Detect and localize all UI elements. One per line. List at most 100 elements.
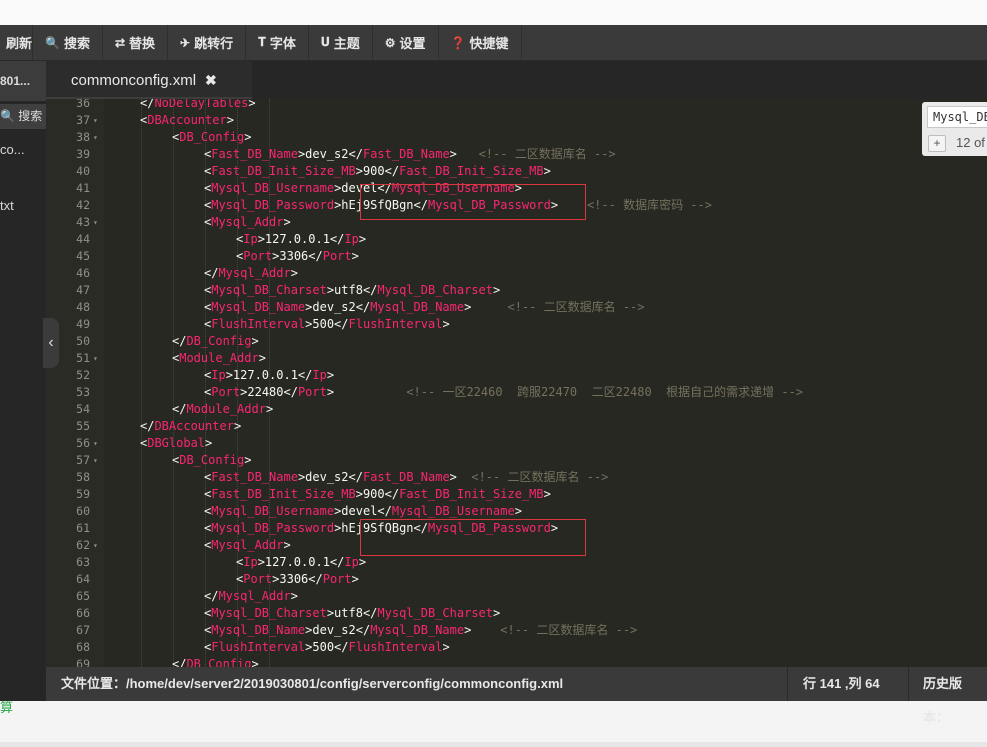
- code-line: 64 <Port>3306</Port>: [46, 571, 987, 588]
- code-text: <DB_Config>: [172, 129, 252, 146]
- xml-text: >dev_s2</: [305, 300, 371, 314]
- code-line: 47 <Mysql_DB_Charset>utf8</Mysql_DB_Chars…: [46, 282, 987, 299]
- line-number: 38: [76, 130, 90, 144]
- theme-icon: 𝐔: [320, 35, 330, 49]
- code-editor[interactable]: 36 </NoDelayTables> 37 ▾ <DBAccounter> 38 ▾ <DB…: [46, 99, 987, 667]
- xml-text: >: [226, 113, 234, 127]
- code-text: <Ip>127.0.0.1</Ip>: [236, 231, 366, 248]
- xml-text: </: [204, 266, 219, 280]
- code-text: <Mysql_Addr>: [204, 214, 291, 231]
- sidebar-file-item[interactable]: txt: [0, 198, 14, 213]
- xml-tag-name: DBAccounter: [147, 113, 227, 127]
- xml-tag-name: Mysql_DB_Username: [391, 504, 515, 518]
- line-number: 68: [76, 640, 90, 654]
- toolbar-shortcuts-button[interactable]: ❓ 快捷键: [439, 25, 522, 60]
- line-number: 57: [76, 453, 90, 467]
- code-text: <Mysql_DB_Charset>utf8</Mysql_DB_Charset…: [204, 282, 500, 299]
- xml-text: >: [449, 147, 457, 161]
- toolbar-font-button[interactable]: 𝐓 字体: [246, 25, 309, 60]
- xml-text: >900</: [355, 164, 400, 178]
- collapse-sidebar-button[interactable]: ‹: [43, 318, 59, 368]
- xml-text: </: [172, 657, 187, 667]
- sidebar-file-item[interactable]: co...: [0, 142, 25, 157]
- toolbar-goto-line-label: 跳转行: [194, 36, 234, 51]
- replace-icon: ⇄: [114, 35, 126, 50]
- code-text: <Ip>127.0.0.1</Ip>: [236, 554, 366, 571]
- line-number: 47: [76, 283, 90, 297]
- toolbar-search-button[interactable]: 🔍 搜索: [33, 25, 103, 60]
- highlight-box: [360, 184, 586, 220]
- xml-tag-name: Mysql_DB_Charset: [377, 606, 493, 620]
- xml-tag-name: Ip: [243, 232, 258, 246]
- xml-text: >: [244, 453, 252, 467]
- toolbar-settings-button[interactable]: ⚙ 设置: [373, 25, 439, 60]
- xml-tag-name: Mysql_DB_Password: [211, 198, 335, 212]
- sidebar-current-file[interactable]: 801...: [0, 61, 46, 101]
- xml-text: >: [251, 334, 259, 348]
- xml-tag-name: Ip: [211, 368, 226, 382]
- code-line: 52 <Ip>127.0.0.1</Ip>: [46, 367, 987, 384]
- toolbar-search-label: 搜索: [63, 36, 90, 51]
- xml-comment: <!-- 一区22460 跨服22470 二区22480 根据自己的需求递增 -…: [334, 385, 804, 399]
- tab-commonconfig[interactable]: commonconfig.xml ✖: [46, 61, 252, 99]
- xml-text: >3306</: [272, 249, 323, 263]
- xml-tag-name: Port: [297, 385, 327, 399]
- toolbar-refresh-button[interactable]: 刷新: [0, 25, 33, 60]
- line-number: 59: [76, 487, 90, 501]
- fold-arrow-icon[interactable]: ▾: [93, 350, 98, 367]
- fold-arrow-icon[interactable]: ▾: [93, 214, 98, 231]
- xml-text: >3306</: [272, 572, 323, 586]
- code-line: 55 </DBAccounter>: [46, 418, 987, 435]
- line-number: 42: [76, 198, 90, 212]
- xml-text: >: [543, 164, 551, 178]
- xml-text: >devel</: [334, 504, 392, 518]
- toolbar-goto-line-button[interactable]: ✈ 跳转行: [168, 25, 247, 60]
- line-number: 55: [76, 419, 90, 433]
- xml-tag-name: Mysql_DB_Name: [370, 623, 465, 637]
- toolbar-theme-button[interactable]: 𝐔 主题: [309, 25, 373, 60]
- xml-text: </: [172, 402, 187, 416]
- xml-text: >22480</: [240, 385, 298, 399]
- fold-arrow-icon[interactable]: ▾: [93, 435, 98, 452]
- fold-arrow-icon[interactable]: ▾: [93, 129, 98, 146]
- xml-text: >: [326, 368, 335, 382]
- sidebar-search-label: 搜索: [18, 109, 43, 123]
- xml-text: >: [233, 419, 242, 433]
- xml-tag-name: DB_Config: [186, 334, 252, 348]
- xml-text: >: [351, 249, 359, 263]
- xml-tag-name: Mysql_DB_Password: [211, 521, 335, 535]
- status-divider: [908, 667, 909, 701]
- xml-tag-name: Mysql_DB_Charset: [377, 283, 493, 297]
- search-add-button[interactable]: +: [928, 135, 946, 152]
- xml-text: >900</: [355, 487, 400, 501]
- line-number: 62: [76, 538, 90, 552]
- close-icon[interactable]: ✖: [205, 72, 217, 88]
- xml-tag-name: Mysql_Addr: [211, 215, 284, 229]
- xml-tag-name: DB_Config: [179, 130, 245, 144]
- xml-text: >utf8</: [326, 606, 378, 620]
- font-icon: 𝐓: [258, 35, 266, 49]
- status-history-button[interactable]: 历史版本：: [923, 667, 987, 735]
- code-line: 40 <Fast_DB_Init_Size_MB>900</Fast_DB_Ini…: [46, 163, 987, 180]
- code-text: <Fast_DB_Init_Size_MB>900</Fast_DB_Init_…: [204, 486, 551, 503]
- xml-text: </: [140, 419, 155, 433]
- page-bottom-strip: [0, 742, 987, 747]
- fold-arrow-icon[interactable]: ▾: [93, 112, 98, 129]
- code-text: <FlushInterval>500</FlushInterval>: [204, 639, 450, 656]
- gear-icon: ⚙: [384, 35, 396, 50]
- xml-text: >: [283, 538, 291, 552]
- xml-comment: <!-- 二区数据库名 -->: [456, 470, 609, 484]
- xml-tag-name: Port: [322, 249, 352, 263]
- tab-bar: commonconfig.xml ✖: [46, 61, 987, 99]
- fold-arrow-icon[interactable]: ▾: [93, 452, 98, 469]
- line-number: 52: [76, 368, 90, 382]
- code-text: </Module_Addr>: [172, 401, 273, 418]
- sidebar-search-button[interactable]: 🔍 搜索: [0, 104, 46, 129]
- code-line: 54 </Module_Addr>: [46, 401, 987, 418]
- search-input[interactable]: Mysql_DB: [927, 106, 987, 128]
- xml-text: >dev_s2</: [297, 470, 363, 484]
- fold-arrow-icon[interactable]: ▾: [93, 537, 98, 554]
- xml-text: >: [358, 232, 367, 246]
- toolbar-replace-button[interactable]: ⇄ 替换: [103, 25, 169, 60]
- xml-tag-name: Fast_DB_Init_Size_MB: [211, 487, 356, 501]
